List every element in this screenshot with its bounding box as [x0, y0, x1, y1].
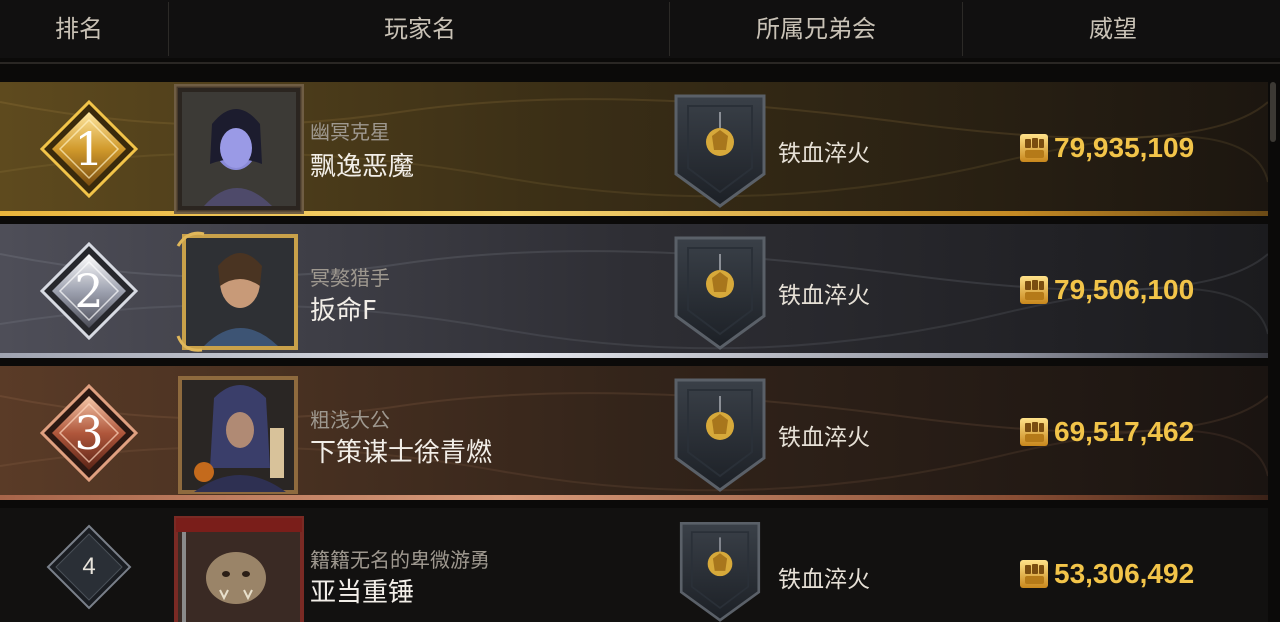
player-portrait-elf-woman[interactable]: [174, 84, 304, 214]
player-column-header: 玩家名: [384, 15, 456, 43]
player-name[interactable]: 亚当重锤: [310, 572, 414, 609]
rank-number: 2: [74, 264, 104, 318]
lion-banner-icon: [674, 236, 766, 350]
fist-icon: [1020, 560, 1048, 588]
rank-badge: 1: [39, 99, 139, 199]
player-name[interactable]: 下策谋士徐青燃: [310, 432, 492, 469]
column-divider: [168, 2, 169, 56]
brotherhood-name[interactable]: 铁血淬火: [778, 560, 870, 594]
scrollbar-thumb[interactable]: [1270, 82, 1276, 142]
lion-banner-icon: [679, 521, 761, 622]
header-separator: [0, 62, 1280, 64]
brotherhood-name[interactable]: 铁血淬火: [778, 418, 870, 452]
rank-number: 1: [74, 122, 104, 176]
fame-value: 69,517,462: [1054, 416, 1195, 447]
rank-badge: 4: [46, 524, 132, 610]
fist-icon: [1020, 134, 1048, 162]
brotherhood-column-header: 所属兄弟会: [756, 15, 876, 43]
brotherhood-name[interactable]: 铁血淬火: [778, 276, 870, 310]
lion-banner-icon: [674, 94, 766, 208]
player-name[interactable]: 飘逸恶魔: [310, 146, 414, 183]
player-portrait-orc[interactable]: [174, 516, 304, 622]
lion-banner-icon: [674, 378, 766, 492]
player-name[interactable]: 扳命F: [310, 290, 377, 327]
player-title: 冥獒猎手: [310, 266, 390, 290]
leaderboard-row-4[interactable]: 4 籍籍无名的卑微游勇 亚当重锤 铁血淬火 53,306,492: [0, 508, 1268, 622]
fist-icon: [1020, 276, 1048, 304]
player-title: 粗浅大公: [310, 408, 390, 432]
rank-badge: 3: [39, 383, 139, 483]
rank-number: 4: [82, 553, 96, 580]
player-portrait-hooded-rogue[interactable]: [174, 368, 304, 498]
player-portrait-warrior-man[interactable]: [174, 226, 304, 356]
fame-value: 53,306,492: [1054, 558, 1195, 589]
player-title: 籍籍无名的卑微游勇: [310, 548, 490, 572]
fame-column-header: 威望: [1089, 15, 1137, 43]
leaderboard-header: 排名 玩家名 所属兄弟会 威望: [0, 0, 1280, 58]
rank-number: 3: [74, 406, 104, 460]
leaderboard-row-1[interactable]: 1 幽冥克星 飘逸恶魔 铁血淬火 79,935,109: [0, 82, 1268, 216]
fame-value: 79,935,109: [1054, 132, 1195, 163]
fame-value: 79,506,100: [1054, 274, 1195, 305]
leaderboard-row-3[interactable]: 3 粗浅大公 下策谋士徐青燃 铁血淬火 69,517,462: [0, 366, 1268, 500]
player-title: 幽冥克星: [310, 120, 390, 144]
fist-icon: [1020, 418, 1048, 446]
brotherhood-name[interactable]: 铁血淬火: [778, 134, 870, 168]
leaderboard-row-2[interactable]: 2 冥獒猎手 扳命F 铁血淬火 79,506,100: [0, 224, 1268, 358]
rank-badge: 2: [39, 241, 139, 341]
rank-column-header: 排名: [55, 15, 103, 43]
